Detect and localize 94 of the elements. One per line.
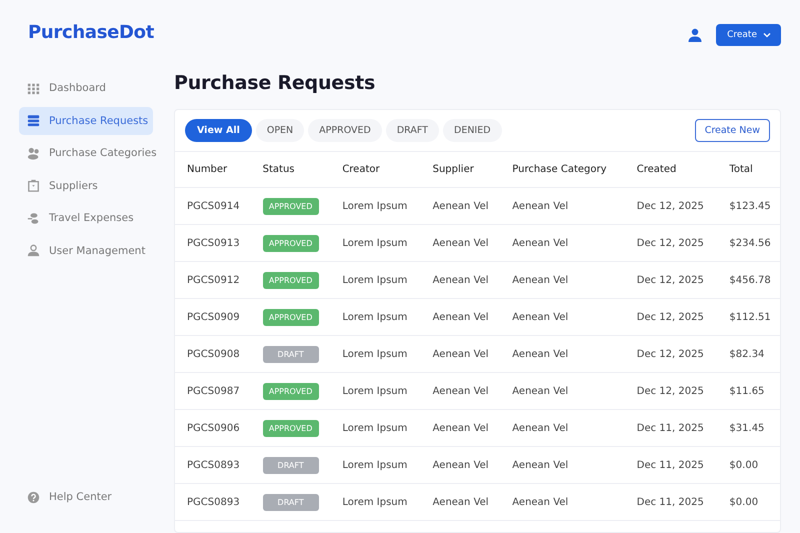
column-header: Creator (330, 152, 421, 188)
table-cell: Dec 12, 2025 (624, 372, 718, 410)
table-cell: PGCS0987 (175, 372, 251, 410)
table-cell: Lorem Ipsum (330, 336, 421, 372)
table-cell: Aenean Vel (500, 372, 625, 410)
table-cell: PGCS0906 (175, 410, 251, 446)
table-cell: Dec 12, 2025 (624, 188, 718, 224)
sidebar-item[interactable]: Suppliers (19, 172, 153, 200)
table-cell: Aenean Vel (420, 446, 500, 484)
table-cell: $112.51 (717, 298, 780, 336)
table-cell: Aenean Vel (500, 410, 625, 446)
column-header: Total (717, 152, 780, 188)
table-cell: Dec 11, 2025 (624, 484, 718, 520)
page-title: Purchase Requests (174, 72, 376, 94)
status-badge: APPROVED (262, 198, 319, 214)
filter-tab[interactable]: DENIED (443, 119, 502, 142)
table-cell: $31.45 (717, 410, 780, 446)
table-cell: Aenean Vel (500, 188, 625, 224)
table-cell: $0.00 (717, 446, 780, 484)
table-cell: PGCS0908 (175, 336, 251, 372)
status-badge: APPROVED (262, 308, 319, 326)
sidebar-item[interactable]: Dashboard (19, 74, 153, 102)
table-cell: Dec 12, 2025 (624, 298, 718, 336)
table-cell: Aenean Vel (500, 336, 625, 372)
table-cell: Aenean Vel (420, 298, 500, 336)
table-cell: PGCS0913 (175, 224, 251, 262)
filter-tab[interactable]: View All (185, 119, 252, 142)
table-cell: Aenean Vel (420, 224, 500, 262)
table-cell: Aenean Vel (500, 262, 625, 298)
sidebar-item[interactable]: User Management (19, 236, 153, 264)
table-cell: Dec 12, 2025 (624, 262, 718, 298)
user-icon[interactable] (688, 28, 702, 42)
table-cell: Lorem Ipsum (330, 446, 421, 484)
help-icon (27, 490, 40, 504)
column-header: Number (175, 152, 251, 188)
table-cell: PGCS0909 (175, 298, 251, 336)
table-cell: Lorem Ipsum (330, 372, 421, 410)
table-cell: Aenean Vel (420, 262, 500, 298)
table-cell: PGCS0914 (175, 188, 251, 224)
table-cell: Lorem Ipsum (330, 224, 421, 262)
grid-icon (27, 82, 40, 94)
table-cell: Aenean Vel (420, 372, 500, 410)
table-cell: Dec 11, 2025 (624, 410, 718, 446)
table-cell: Aenean Vel (500, 298, 625, 336)
table-cell: PGCS0893 (175, 446, 251, 484)
table-cell: Aenean Vel (500, 484, 625, 520)
table-cell: Lorem Ipsum (330, 262, 421, 298)
table-cell: Aenean Vel (420, 410, 500, 446)
create-new-button[interactable]: Create New (694, 119, 770, 142)
table-cell: Dec 12, 2025 (624, 336, 718, 372)
brand-logo: PurchaseDot (28, 22, 156, 43)
column-header: Purchase Category (500, 152, 625, 188)
status-badge: APPROVED (262, 272, 319, 288)
table-cell: Dec 12, 2025 (624, 224, 718, 262)
table-cell: $234.56 (717, 224, 780, 262)
table-cell: $123.45 (717, 188, 780, 224)
table-cell: Aenean Vel (500, 446, 625, 484)
caret-icon (763, 31, 771, 39)
column-header: Supplier (420, 152, 500, 188)
table-cell: Aenean Vel (420, 188, 500, 224)
help-link[interactable]: Help Center (19, 483, 153, 511)
filter-tab[interactable]: OPEN (256, 119, 304, 142)
status-badge: APPROVED (262, 382, 319, 400)
table-cell: Lorem Ipsum (330, 410, 421, 446)
table-cell: Lorem Ipsum (330, 188, 421, 224)
table-cell: PGCS0893 (175, 484, 251, 520)
people-icon (27, 146, 40, 160)
user-icon (27, 244, 40, 257)
table-cell: $11.65 (717, 372, 780, 410)
sidebar-item[interactable]: Purchase Requests (19, 106, 153, 134)
status-badge: DRAFT (262, 456, 319, 474)
status-badge: APPROVED (262, 234, 319, 252)
column-header: Created (624, 152, 718, 188)
status-badge: APPROVED (262, 420, 319, 436)
table-cell: Aenean Vel (420, 336, 500, 372)
table-cell: $456.78 (717, 262, 780, 298)
box-icon (27, 179, 40, 192)
create-button[interactable]: Create (716, 24, 781, 46)
table-cell: $82.34 (717, 336, 780, 372)
status-badge: DRAFT (262, 494, 319, 510)
status-badge: DRAFT (262, 346, 319, 362)
filter-tab[interactable]: DRAFT (386, 119, 439, 142)
table-cell: Lorem Ipsum (330, 484, 421, 520)
table-cell: Dec 11, 2025 (624, 446, 718, 484)
table-cell: Aenean Vel (500, 224, 625, 262)
list-icon (27, 114, 40, 127)
filter-tab[interactable]: APPROVED (308, 119, 382, 142)
sidebar-item[interactable]: Travel Expenses (19, 204, 153, 232)
table-cell: Aenean Vel (420, 484, 500, 520)
table-cell: PGCS0912 (175, 262, 251, 298)
stack-icon (27, 212, 40, 224)
table-cell: $0.00 (717, 484, 780, 520)
table-cell: Lorem Ipsum (330, 298, 421, 336)
column-header: Status (250, 152, 330, 188)
